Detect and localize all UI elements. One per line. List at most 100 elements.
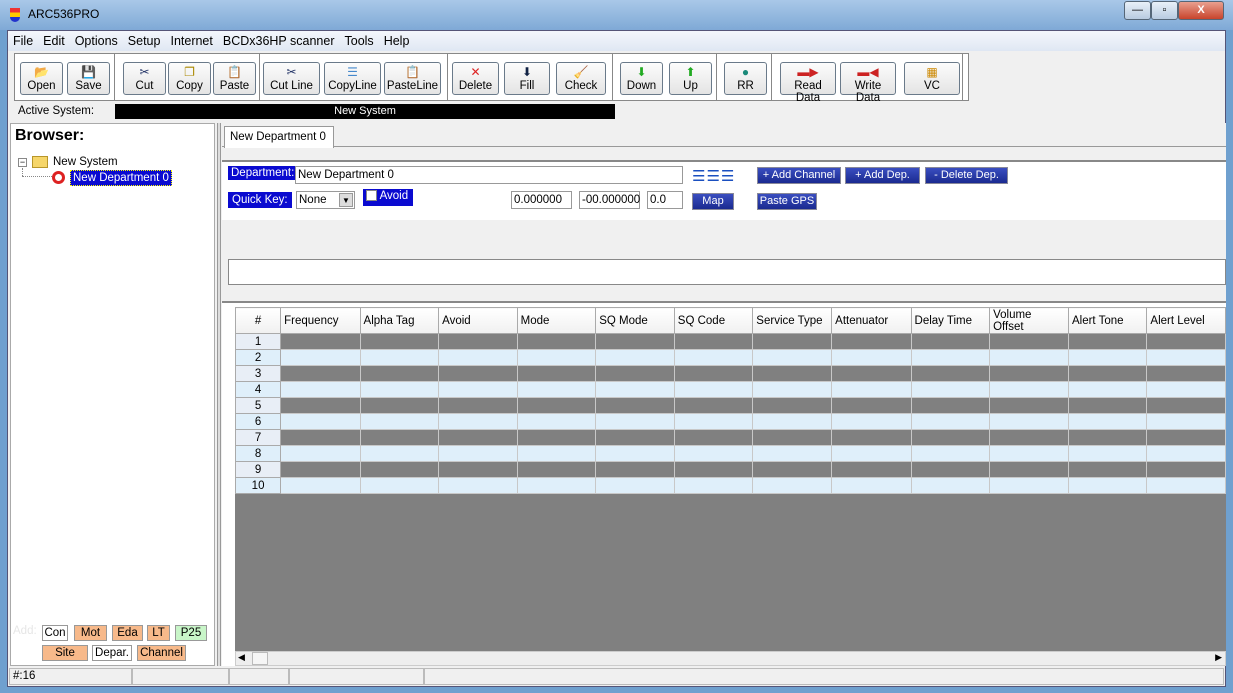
range-input[interactable]: 0.0 bbox=[647, 191, 683, 209]
add-p25-button[interactable]: P25 bbox=[175, 625, 207, 641]
grid-cell[interactable] bbox=[1067, 349, 1148, 366]
open-button[interactable]: 📂 Open bbox=[20, 62, 63, 95]
scroll-left-icon[interactable]: ◀ bbox=[238, 652, 245, 663]
grid-cell[interactable] bbox=[1067, 461, 1148, 478]
menu-file[interactable]: File bbox=[8, 31, 38, 48]
grid-cell[interactable] bbox=[516, 381, 597, 398]
grid-cell[interactable] bbox=[1067, 365, 1148, 382]
grid-cell[interactable] bbox=[989, 349, 1069, 366]
add-mot-button[interactable]: Mot bbox=[74, 625, 107, 641]
grid-cell[interactable] bbox=[831, 445, 912, 462]
grid-cell[interactable] bbox=[673, 381, 754, 398]
grid-cell[interactable] bbox=[1146, 461, 1226, 478]
grid-cell[interactable] bbox=[910, 429, 991, 446]
grid-cell[interactable] bbox=[438, 429, 518, 446]
grid-cell[interactable] bbox=[595, 445, 675, 462]
row-number[interactable]: 8 bbox=[235, 445, 282, 462]
cut-line-button[interactable]: ✂ Cut Line bbox=[263, 62, 320, 95]
row-number[interactable]: 1 bbox=[235, 333, 282, 350]
add-channel-button[interactable]: Channel bbox=[137, 645, 186, 661]
grid-cell[interactable] bbox=[280, 445, 361, 462]
quick-key-select[interactable]: None ▼ bbox=[296, 191, 355, 209]
grid-cell[interactable] bbox=[595, 333, 675, 350]
menu-internet[interactable]: Internet bbox=[165, 31, 217, 48]
grid-cell[interactable] bbox=[438, 445, 518, 462]
grid-cell[interactable] bbox=[752, 413, 833, 430]
add-eda-button[interactable]: Eda bbox=[112, 625, 143, 641]
tree-item-department[interactable]: New Department 0 bbox=[70, 170, 172, 186]
grid-cell[interactable] bbox=[280, 349, 361, 366]
grid-cell[interactable] bbox=[516, 349, 597, 366]
cut-button[interactable]: ✂ Cut bbox=[123, 62, 166, 95]
grid-cell[interactable] bbox=[831, 333, 912, 350]
grid-cell[interactable] bbox=[910, 397, 991, 414]
grid-cell[interactable] bbox=[359, 429, 440, 446]
grid-cell[interactable] bbox=[989, 381, 1069, 398]
grid-cell[interactable] bbox=[673, 461, 754, 478]
column-header[interactable]: SQ Code bbox=[673, 307, 754, 334]
grid-cell[interactable] bbox=[280, 461, 361, 478]
add-lt-button[interactable]: LT bbox=[147, 625, 170, 641]
grid-cell[interactable] bbox=[516, 477, 597, 494]
grid-cell[interactable] bbox=[989, 365, 1069, 382]
scroll-right-icon[interactable]: ▶ bbox=[1215, 652, 1222, 663]
write-data-button[interactable]: ▬◀ Write Data bbox=[840, 62, 896, 104]
read-data-button[interactable]: ▬▶ Read Data bbox=[780, 62, 836, 104]
column-header[interactable]: Alert Tone bbox=[1067, 307, 1148, 334]
row-number[interactable]: 10 bbox=[235, 477, 282, 494]
grid-cell[interactable] bbox=[989, 477, 1069, 494]
grid-cell[interactable] bbox=[359, 445, 440, 462]
grid-cell[interactable] bbox=[1146, 397, 1226, 414]
tree-item-system[interactable]: New System bbox=[53, 156, 118, 168]
grid-cell[interactable] bbox=[595, 397, 675, 414]
grid-cell[interactable] bbox=[752, 461, 833, 478]
grid-cell[interactable] bbox=[280, 413, 361, 430]
grid-cell[interactable] bbox=[516, 397, 597, 414]
menu-options[interactable]: Options bbox=[70, 31, 123, 48]
grid-cell[interactable] bbox=[516, 429, 597, 446]
column-header[interactable]: Alert Level bbox=[1146, 307, 1226, 334]
grid-cell[interactable] bbox=[910, 349, 991, 366]
column-header[interactable]: Alpha Tag bbox=[359, 307, 440, 334]
grid-cell[interactable] bbox=[280, 477, 361, 494]
tab-department[interactable]: New Department 0 bbox=[224, 126, 334, 148]
grid-cell[interactable] bbox=[831, 461, 912, 478]
map-button[interactable]: Map bbox=[692, 193, 734, 210]
grid-cell[interactable] bbox=[831, 413, 912, 430]
grid-cell[interactable] bbox=[1146, 445, 1226, 462]
grid-cell[interactable] bbox=[595, 365, 675, 382]
add-department-button[interactable]: + Add Dep. bbox=[845, 167, 920, 184]
grid-cell[interactable] bbox=[831, 381, 912, 398]
add-con-button[interactable]: Con bbox=[42, 625, 68, 641]
department-name-input[interactable]: New Department 0 bbox=[295, 166, 683, 184]
vc-button[interactable]: ▦ VC bbox=[904, 62, 960, 95]
grid-cell[interactable] bbox=[516, 461, 597, 478]
grid-cell[interactable] bbox=[910, 333, 991, 350]
row-number[interactable]: 9 bbox=[235, 461, 282, 478]
grid-cell[interactable] bbox=[595, 461, 675, 478]
grid-cell[interactable] bbox=[752, 349, 833, 366]
grid-cell[interactable] bbox=[752, 365, 833, 382]
menu-help[interactable]: Help bbox=[379, 31, 415, 48]
grid-cell[interactable] bbox=[516, 445, 597, 462]
row-number[interactable]: 6 bbox=[235, 413, 282, 430]
grid-cell[interactable] bbox=[1146, 333, 1226, 350]
grid-cell[interactable] bbox=[438, 461, 518, 478]
grid-cell[interactable] bbox=[910, 477, 991, 494]
grid-cell[interactable] bbox=[673, 349, 754, 366]
row-number[interactable]: 5 bbox=[235, 397, 282, 414]
grid-cell[interactable] bbox=[752, 477, 833, 494]
grid-cell[interactable] bbox=[595, 477, 675, 494]
grid-cell[interactable] bbox=[359, 365, 440, 382]
menu-bcdx36hp-scanner[interactable]: BCDx36HP scanner bbox=[218, 31, 340, 48]
longitude-input[interactable]: -00.000000 bbox=[579, 191, 640, 209]
column-header[interactable]: Service Type bbox=[752, 307, 833, 334]
menu-tools[interactable]: Tools bbox=[340, 31, 379, 48]
grid-cell[interactable] bbox=[280, 397, 361, 414]
grid-cell[interactable] bbox=[359, 349, 440, 366]
column-header[interactable]: Avoid bbox=[438, 307, 518, 334]
grid-cell[interactable] bbox=[1146, 381, 1226, 398]
grid-cell[interactable] bbox=[595, 349, 675, 366]
grid-cell[interactable] bbox=[673, 365, 754, 382]
tree-collapse-icon[interactable]: − bbox=[18, 158, 27, 167]
